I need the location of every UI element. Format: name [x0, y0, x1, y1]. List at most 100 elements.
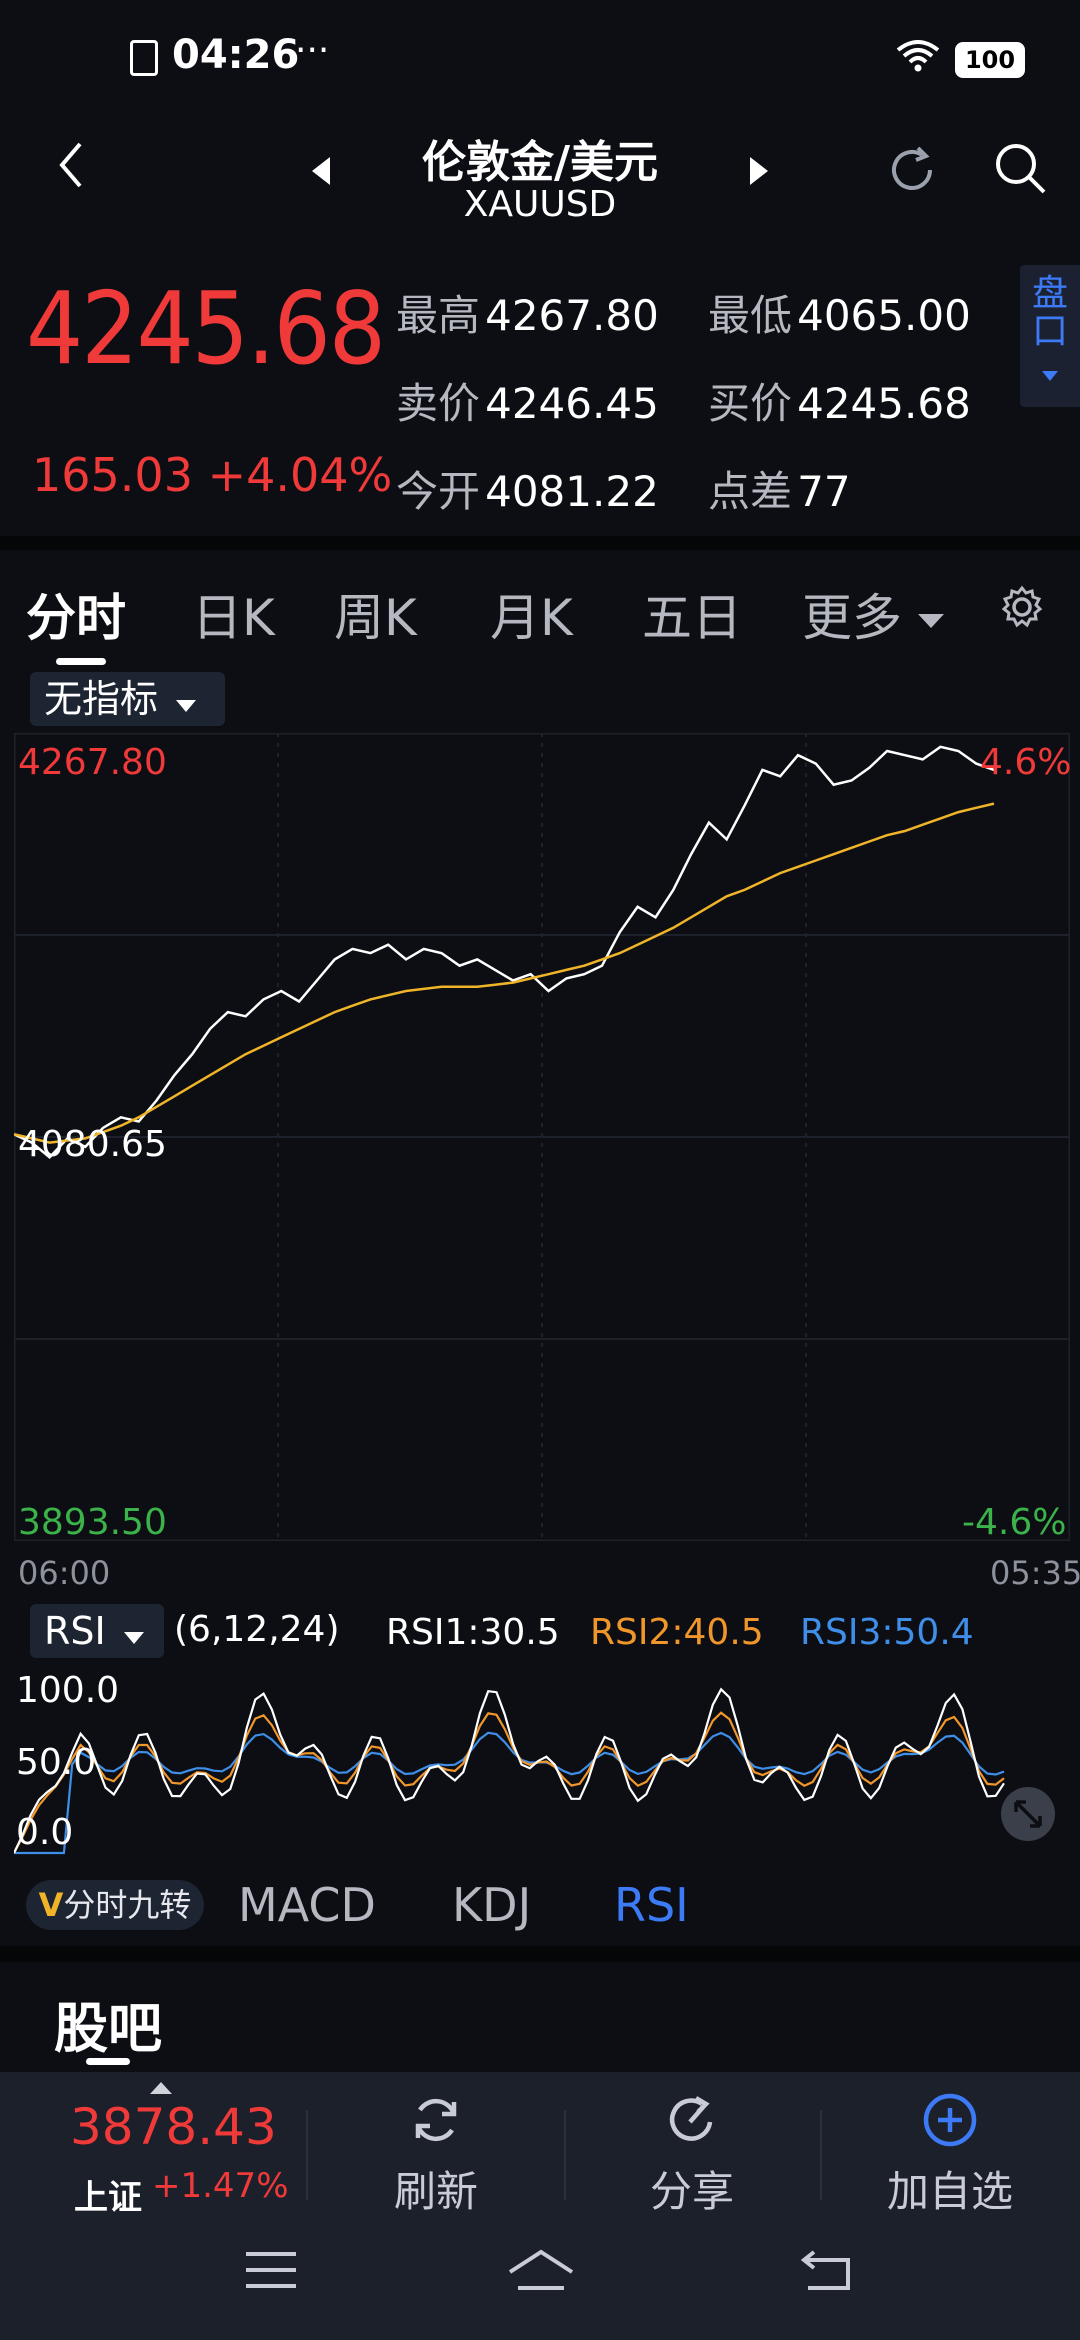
sell-value: 4246.45 — [485, 379, 659, 428]
wifi-icon — [896, 40, 940, 72]
quote-open: 今开 4081.22 — [396, 458, 659, 519]
rsi2-line — [14, 1711, 1005, 1854]
high-label: 最高 — [396, 291, 481, 340]
time-end: 05:35 — [990, 1554, 1080, 1592]
buy-value: 4245.68 — [797, 379, 971, 428]
rsi-axis-0: 0.0 — [16, 1812, 74, 1853]
chart-top-price: 4267.80 — [18, 742, 167, 783]
tab-five-day[interactable]: 五日 — [642, 578, 742, 650]
spread-label: 点差 — [708, 467, 793, 516]
pankou-label: 盘口 — [1032, 273, 1069, 352]
buy-label: 买价 — [708, 379, 793, 428]
low-value: 4065.00 — [797, 291, 971, 340]
tab-weekly-k[interactable]: 周K — [334, 578, 417, 650]
battery-icon: 100 — [955, 42, 1025, 78]
open-label: 今开 — [396, 467, 481, 516]
chart-top-pct: 4.6% — [980, 742, 1072, 783]
divider — [0, 1946, 1080, 1962]
back-icon[interactable] — [56, 140, 86, 190]
sim-card-icon — [130, 40, 158, 76]
quote-sell: 卖价 4246.45 — [396, 370, 659, 431]
add-watchlist-button[interactable]: 加自选 — [860, 2158, 1040, 2219]
status-bar: 04:26 ··· 100 — [0, 0, 1080, 110]
share-button[interactable]: 分享 — [602, 2158, 782, 2219]
page-title: 伦敦金/美元 — [421, 137, 659, 188]
symbol-code: XAUUSD — [463, 184, 617, 225]
price-change: 165.03 +4.04% — [32, 448, 392, 502]
average-price-line — [14, 802, 995, 1144]
nine-turn-label: 分时九转 — [63, 1886, 192, 1924]
quote-spread: 点差 77 — [708, 458, 851, 519]
refresh-button[interactable]: 刷新 — [346, 2158, 526, 2219]
caret-down-icon — [123, 1632, 144, 1644]
home-icon[interactable] — [506, 2248, 576, 2296]
intraday-chart[interactable] — [14, 733, 1070, 1541]
tab-intraday[interactable]: 分时 — [26, 578, 126, 650]
rsi3-value: RSI3:50.4 — [800, 1612, 974, 1653]
change-value: 165.03 — [32, 448, 193, 502]
next-symbol-icon[interactable] — [748, 155, 770, 187]
spread-value: 77 — [797, 467, 851, 516]
index-price[interactable]: 3878.43 — [70, 2098, 277, 2156]
tab-monthly-k[interactable]: 月K — [490, 578, 573, 650]
divider — [0, 536, 1080, 550]
caret-down-icon — [176, 700, 197, 712]
rsi-select-label: RSI — [44, 1609, 106, 1653]
sell-label: 卖价 — [396, 379, 481, 428]
quote-buy: 买价 4245.68 — [708, 370, 971, 431]
caret-down-icon — [1042, 371, 1058, 381]
tab-macd[interactable]: MACD — [238, 1878, 376, 1932]
indicator-select-label: 无指标 — [44, 677, 159, 721]
rsi-axis-50: 50.0 — [16, 1742, 97, 1783]
nine-turn-button[interactable]: V分时九转 — [26, 1880, 204, 1930]
menu-icon[interactable] — [244, 2248, 298, 2292]
prev-symbol-icon[interactable] — [310, 155, 332, 187]
rsi-indicator-select[interactable]: RSI — [30, 1604, 164, 1658]
price-line — [14, 745, 995, 1160]
caret-down-icon — [917, 613, 944, 628]
chart-bottom-price: 3893.50 — [18, 1502, 167, 1543]
search-icon[interactable] — [992, 140, 1048, 196]
status-more-dots: ··· — [295, 30, 330, 71]
pankou-button[interactable]: 盘口 — [1020, 265, 1080, 407]
up-arrow-icon — [150, 2082, 172, 2094]
separator — [564, 2110, 566, 2200]
expand-icon[interactable] — [1000, 1786, 1056, 1842]
quote-high: 最高 4267.80 — [396, 282, 659, 343]
rsi-params: (6,12,24) — [174, 1609, 340, 1650]
v-logo-icon: V — [38, 1886, 64, 1924]
change-percent: +4.04% — [207, 448, 393, 502]
tab-kdj[interactable]: KDJ — [452, 1878, 531, 1932]
refresh-icon[interactable] — [408, 2092, 464, 2148]
tab-more-label: 更多 — [802, 589, 902, 647]
low-label: 最低 — [708, 291, 793, 340]
separator — [820, 2110, 822, 2200]
rsi1-value: RSI1:30.5 — [386, 1612, 560, 1653]
rsi2-value: RSI2:40.5 — [590, 1612, 764, 1653]
active-tab-indicator — [56, 658, 106, 665]
chart-ref-price: 4080.65 — [18, 1124, 167, 1165]
open-value: 4081.22 — [485, 467, 659, 516]
status-time: 04:26 — [172, 32, 300, 78]
high-value: 4267.80 — [485, 291, 659, 340]
rsi-axis-100: 100.0 — [16, 1670, 120, 1711]
indicator-select[interactable]: 无指标 — [30, 672, 225, 726]
chart-bottom-pct: -4.6% — [962, 1502, 1067, 1543]
quote-low: 最低 4065.00 — [708, 282, 971, 343]
time-start: 06:00 — [18, 1554, 111, 1592]
settings-gear-icon[interactable] — [1000, 585, 1044, 629]
tab-daily-k[interactable]: 日K — [192, 578, 275, 650]
section-title[interactable]: 股吧 — [54, 1984, 162, 2063]
rsi3-line — [14, 1731, 1005, 1855]
tab-rsi[interactable]: RSI — [614, 1878, 689, 1932]
separator — [306, 2110, 308, 2200]
tab-more[interactable]: 更多 — [802, 578, 944, 650]
section-underline — [86, 2058, 130, 2065]
index-change: +1.47% — [152, 2166, 289, 2206]
refresh-icon[interactable] — [882, 140, 942, 200]
last-price: 4245.68 — [26, 270, 386, 387]
add-circle-icon[interactable] — [922, 2092, 978, 2148]
rsi-chart[interactable] — [14, 1665, 1070, 1865]
share-icon[interactable] — [664, 2092, 720, 2148]
back-nav-icon[interactable] — [796, 2248, 854, 2292]
